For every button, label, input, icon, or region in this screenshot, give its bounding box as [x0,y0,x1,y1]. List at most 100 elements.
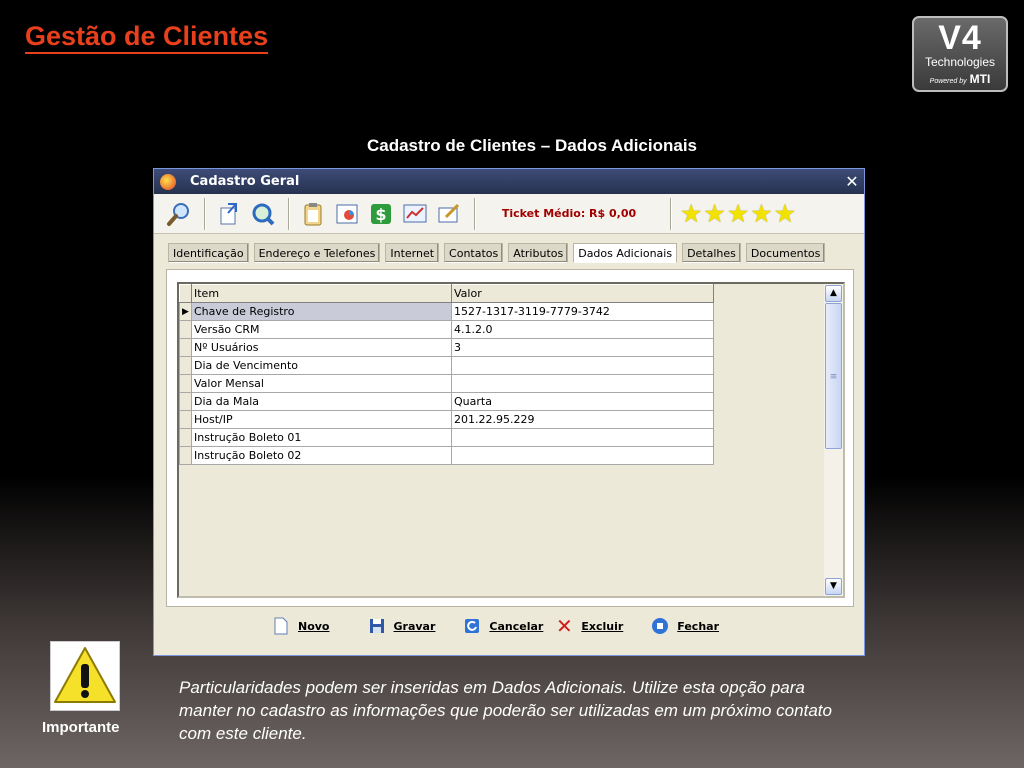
grid-header-row: Item Valor [179,284,714,303]
tab-documentos[interactable]: Documentos [745,243,826,263]
row-indicator [179,338,192,357]
star-icon[interactable]: ★ [703,199,725,228]
row-indicator [179,392,192,411]
export-icon[interactable] [214,199,244,229]
note-text: Particularidades podem ser inseridas em … [179,678,832,743]
row-indicator [179,356,192,375]
delete-x-icon: ✕ [555,614,573,638]
cell-item[interactable]: Dia da Mala [191,392,452,411]
cell-valor[interactable]: 4.1.2.0 [451,320,714,339]
cell-valor[interactable] [451,446,714,465]
tab-endereco-telefones[interactable]: Endereço e Telefones [253,243,381,263]
search-icon[interactable] [164,199,194,229]
cell-item[interactable]: Instrução Boleto 02 [191,446,452,465]
window-title: Cadastro Geral [190,174,300,189]
cell-valor[interactable]: Quarta [451,392,714,411]
star-icon[interactable]: ★ [727,199,749,228]
excluir-label: Excluir [581,619,624,633]
table-row[interactable]: Versão CRM 4.1.2.0 [179,320,714,339]
table-row[interactable]: ▶ Chave de Registro 1527-1317-3119-7779-… [179,302,714,321]
novo-button[interactable]: Novo [272,617,330,635]
row-indicator [179,410,192,429]
scroll-thumb[interactable]: ≡ [825,303,842,449]
logo-subtitle: Technologies [924,55,996,69]
gravar-label: Gravar [393,619,436,633]
section-title: Cadastro de Clientes – Dados Adicionais [366,136,697,155]
clipboard-icon[interactable] [298,199,328,229]
slide-title: Gestão de Clientes [25,20,269,54]
cell-item[interactable]: Chave de Registro [191,302,452,321]
table-row[interactable]: Instrução Boleto 01 [179,428,714,447]
column-header-valor[interactable]: Valor [451,284,714,303]
cadastro-window: Cadastro Geral ✕ $ Ticket Médio: R$ 0,00… [153,168,865,656]
cell-valor[interactable]: 1527-1317-3119-7779-3742 [451,302,714,321]
cell-item[interactable]: Host/IP [191,410,452,429]
cell-valor[interactable] [451,374,714,393]
logo-powered-by: Powered by [929,78,967,85]
new-document-icon [272,617,290,635]
action-bar: Novo Gravar Cancelar ✕ Excluir Fechar [272,614,719,638]
cancelar-button[interactable]: Cancelar [463,617,543,635]
money-icon[interactable]: $ [366,199,396,229]
star-icon[interactable]: ★ [750,199,772,228]
close-circle-icon [651,617,669,635]
graph-icon[interactable] [400,199,430,229]
cell-item[interactable]: Nº Usuários [191,338,452,357]
table-row[interactable]: Instrução Boleto 02 [179,446,714,465]
cell-valor[interactable]: 3 [451,338,714,357]
tab-identificacao[interactable]: Identificação [168,243,249,263]
excluir-button[interactable]: ✕ Excluir [555,614,624,638]
fechar-label: Fechar [677,619,720,633]
chart-window-icon[interactable] [332,199,362,229]
close-icon[interactable]: ✕ [840,172,864,191]
gravar-button[interactable]: Gravar [368,617,436,635]
scroll-up-icon[interactable]: ▲ [825,285,842,302]
data-grid[interactable]: Item Valor ▶ Chave de Registro 1527-1317… [177,282,845,598]
ticket-medio-label: Ticket Médio: R$ 0,00 [501,207,637,220]
star-icon[interactable]: ★ [774,199,796,228]
svg-text:$: $ [375,205,386,224]
tab-contatos[interactable]: Contatos [444,243,504,263]
table-row[interactable]: Dia de Vencimento [179,356,714,375]
row-indicator [179,446,192,465]
star-icon[interactable]: ★ [680,199,702,228]
tab-atributos[interactable]: Atributos [508,243,569,263]
row-indicator [179,320,192,339]
logo-partner: MTI [969,72,991,86]
cell-valor[interactable]: 201.22.95.229 [451,410,714,429]
tab-internet[interactable]: Internet [385,243,440,263]
edit-icon[interactable] [434,199,464,229]
cell-item[interactable]: Dia de Vencimento [191,356,452,375]
warning-label: Importante [42,719,120,736]
warning-icon [50,641,120,711]
toolbar-separator [288,197,290,230]
v4-logo: V4 Technologies Powered by MTI [912,16,1008,92]
cell-item[interactable]: Instrução Boleto 01 [191,428,452,447]
cell-item[interactable]: Valor Mensal [191,374,452,393]
table-row[interactable]: Nº Usuários 3 [179,338,714,357]
tab-dados-adicionais[interactable]: Dados Adicionais [573,243,678,263]
novo-label: Novo [298,619,330,633]
table-row[interactable]: Valor Mensal [179,374,714,393]
scroll-down-icon[interactable]: ▼ [825,578,842,595]
toolbar-separator [474,197,476,230]
fechar-button[interactable]: Fechar [651,617,719,635]
table-row[interactable]: Dia da Mala Quarta [179,392,714,411]
undo-icon [463,617,481,635]
table-row[interactable]: Host/IP 201.22.95.229 [179,410,714,429]
app-icon [160,173,176,190]
row-indicator-header [179,284,192,303]
cell-valor[interactable] [451,356,714,375]
toolbar-separator [670,197,672,230]
cell-valor[interactable] [451,428,714,447]
vertical-scrollbar[interactable]: ▲ ≡ ▼ [824,284,843,596]
row-indicator [179,374,192,393]
logo-brand: V4 [938,19,982,57]
toolbar: $ Ticket Médio: R$ 0,00 ★ ★ ★ ★ ★ [154,194,864,234]
find-icon[interactable] [248,199,278,229]
column-header-item[interactable]: Item [191,284,452,303]
current-row-indicator-icon: ▶ [179,302,192,321]
star-rating[interactable]: ★ ★ ★ ★ ★ [680,199,796,228]
tab-detalhes[interactable]: Detalhes [682,243,741,263]
cell-item[interactable]: Versão CRM [191,320,452,339]
